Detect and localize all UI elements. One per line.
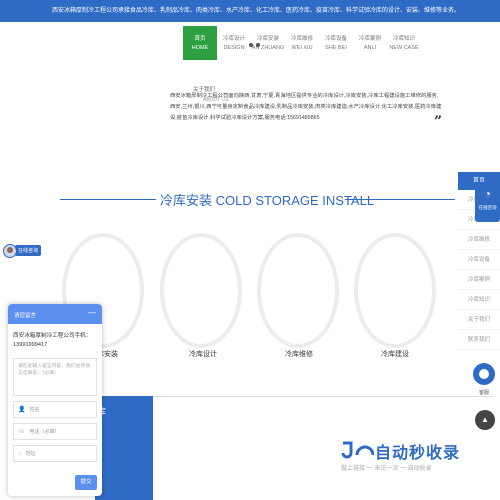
- phone-field-placeholder: 电话（必填）: [29, 429, 60, 435]
- nav-item-en: SHE BEI: [325, 45, 347, 51]
- sidebar-item[interactable]: 冷库案例: [458, 270, 500, 290]
- quote-icon: ”: [434, 114, 443, 130]
- headset-icon: [473, 363, 495, 385]
- category-label[interactable]: 冷库维修: [285, 349, 313, 359]
- watermark-text: 自动秒收录: [375, 445, 461, 462]
- about-text: 西安冰箱厚制冷工程公司面向陕西,甘肃,宁夏,青海地区提供专业的冷库设计,冷库安装…: [170, 93, 442, 121]
- watermark-subtext: 做上链接 一 来访一次 一 自动收录: [341, 466, 432, 472]
- nav-item-en: HOME: [191, 45, 209, 51]
- nav-indicator-dot: [249, 43, 253, 47]
- message-textarea[interactable]: 请在此输入留言内容，我们会尽快与您联系。（必填）: [13, 358, 97, 396]
- watermark-logo-icon: [341, 441, 374, 459]
- back-to-top-button[interactable]: ▲: [475, 410, 495, 430]
- agent-avatar-icon: [3, 243, 17, 258]
- sidebar-item[interactable]: 联系我们: [458, 330, 500, 350]
- online-chat-label: 在线咨询: [15, 245, 41, 256]
- message-panel: 请您留言 — 西安冰箱厚制冷工程公司手机：13991999417 请在此输入留言…: [8, 304, 102, 496]
- phone-icon: ☏: [18, 429, 26, 435]
- location-icon: ⌂: [18, 450, 22, 457]
- sidebar-item[interactable]: 关于我们: [458, 310, 500, 330]
- nav-item-label: 冷库设计: [222, 36, 245, 42]
- nav-item-label: 冷库维修: [290, 36, 313, 42]
- main-nav: 首页 HOME 冷库设计 DESIGN 冷库安装 AN ZHUANG 冷库维修 …: [183, 26, 421, 60]
- company-contact: 西安冰箱厚制冷工程公司手机：13991999417: [13, 333, 92, 348]
- message-panel-title: 请您留言: [14, 313, 37, 319]
- name-field-placeholder: 姓名: [29, 407, 40, 413]
- nav-item-home[interactable]: 首页 HOME: [183, 26, 217, 60]
- sidebar-item[interactable]: 冷库知识: [458, 290, 500, 310]
- user-icon: 👤: [18, 407, 26, 413]
- address-field[interactable]: ⌂ 地址: [13, 445, 97, 462]
- nav-item-en: ANLI: [363, 45, 377, 51]
- customer-service-button[interactable]: 客服: [468, 360, 500, 405]
- nav-item-repair[interactable]: 冷库维修 WEI XIU: [285, 26, 319, 60]
- nav-item-cases[interactable]: 冷库案例 ANLI: [353, 26, 387, 60]
- section-divider: [60, 199, 156, 200]
- nav-item-label: 首页: [194, 36, 206, 42]
- minimize-icon[interactable]: —: [88, 308, 96, 317]
- address-field-placeholder: 地址: [25, 451, 36, 457]
- nav-item-design[interactable]: 冷库设计 DESIGN: [217, 26, 251, 60]
- nav-item-en: WEI XIU: [291, 45, 313, 51]
- category-label[interactable]: 冷库设计: [189, 349, 217, 359]
- phone-field[interactable]: ☏ 电话（必填）: [13, 423, 97, 440]
- nav-item-equipment[interactable]: 冷库设备 SHE BEI: [319, 26, 353, 60]
- submit-button[interactable]: 提交: [75, 475, 97, 490]
- nav-item-en: DESIGN: [223, 45, 245, 51]
- nav-item-knowledge[interactable]: 冷库知识 NEW CASE: [387, 26, 421, 60]
- sidebar-item[interactable]: 冷库设备: [458, 250, 500, 270]
- qq-icon: ◔: [483, 187, 492, 201]
- top-bar-text: 西安冰箱厚制冷工程公司承接食品冷库、乳制品冷库、肉类冷库、水产冷库、化工冷库、医…: [52, 8, 461, 14]
- qq-chat-button[interactable]: ◔ 在线咨询: [475, 182, 500, 222]
- nav-item-label: 冷库案例: [358, 36, 381, 42]
- nav-item-label: 冷库知识: [392, 36, 415, 42]
- watermark: 自动秒收录 做上链接 一 来访一次 一 自动收录: [337, 437, 487, 477]
- category-image-repair[interactable]: [257, 233, 339, 348]
- nav-indicator-dot: [256, 43, 260, 47]
- category-image-build[interactable]: [354, 233, 436, 348]
- nav-item-label: 冷库设备: [324, 36, 347, 42]
- online-chat-button[interactable]: 在线咨询: [3, 243, 41, 258]
- name-field[interactable]: 👤 姓名: [13, 401, 97, 418]
- section-divider: [153, 396, 493, 397]
- section-title: 冷库安装 COLD STORAGE INSTALL: [160, 193, 375, 208]
- category-image-design[interactable]: [160, 233, 242, 348]
- customer-service-label: 客服: [478, 390, 489, 396]
- message-panel-header: 请您留言 —: [8, 304, 102, 324]
- nav-item-en: NEW CASE: [389, 45, 419, 51]
- top-bar: 西安冰箱厚制冷工程公司承接食品冷库、乳制品冷库、肉类冷库、水产冷库、化工冷库、医…: [0, 0, 500, 22]
- page: 西安冰箱厚制冷工程公司承接食品冷库、乳制品冷库、肉类冷库、水产冷库、化工冷库、医…: [0, 0, 500, 500]
- category-label[interactable]: 冷库建设: [381, 349, 409, 359]
- qq-chat-label: 在线咨询: [478, 205, 497, 210]
- sidebar-item[interactable]: 冷库维修: [458, 230, 500, 250]
